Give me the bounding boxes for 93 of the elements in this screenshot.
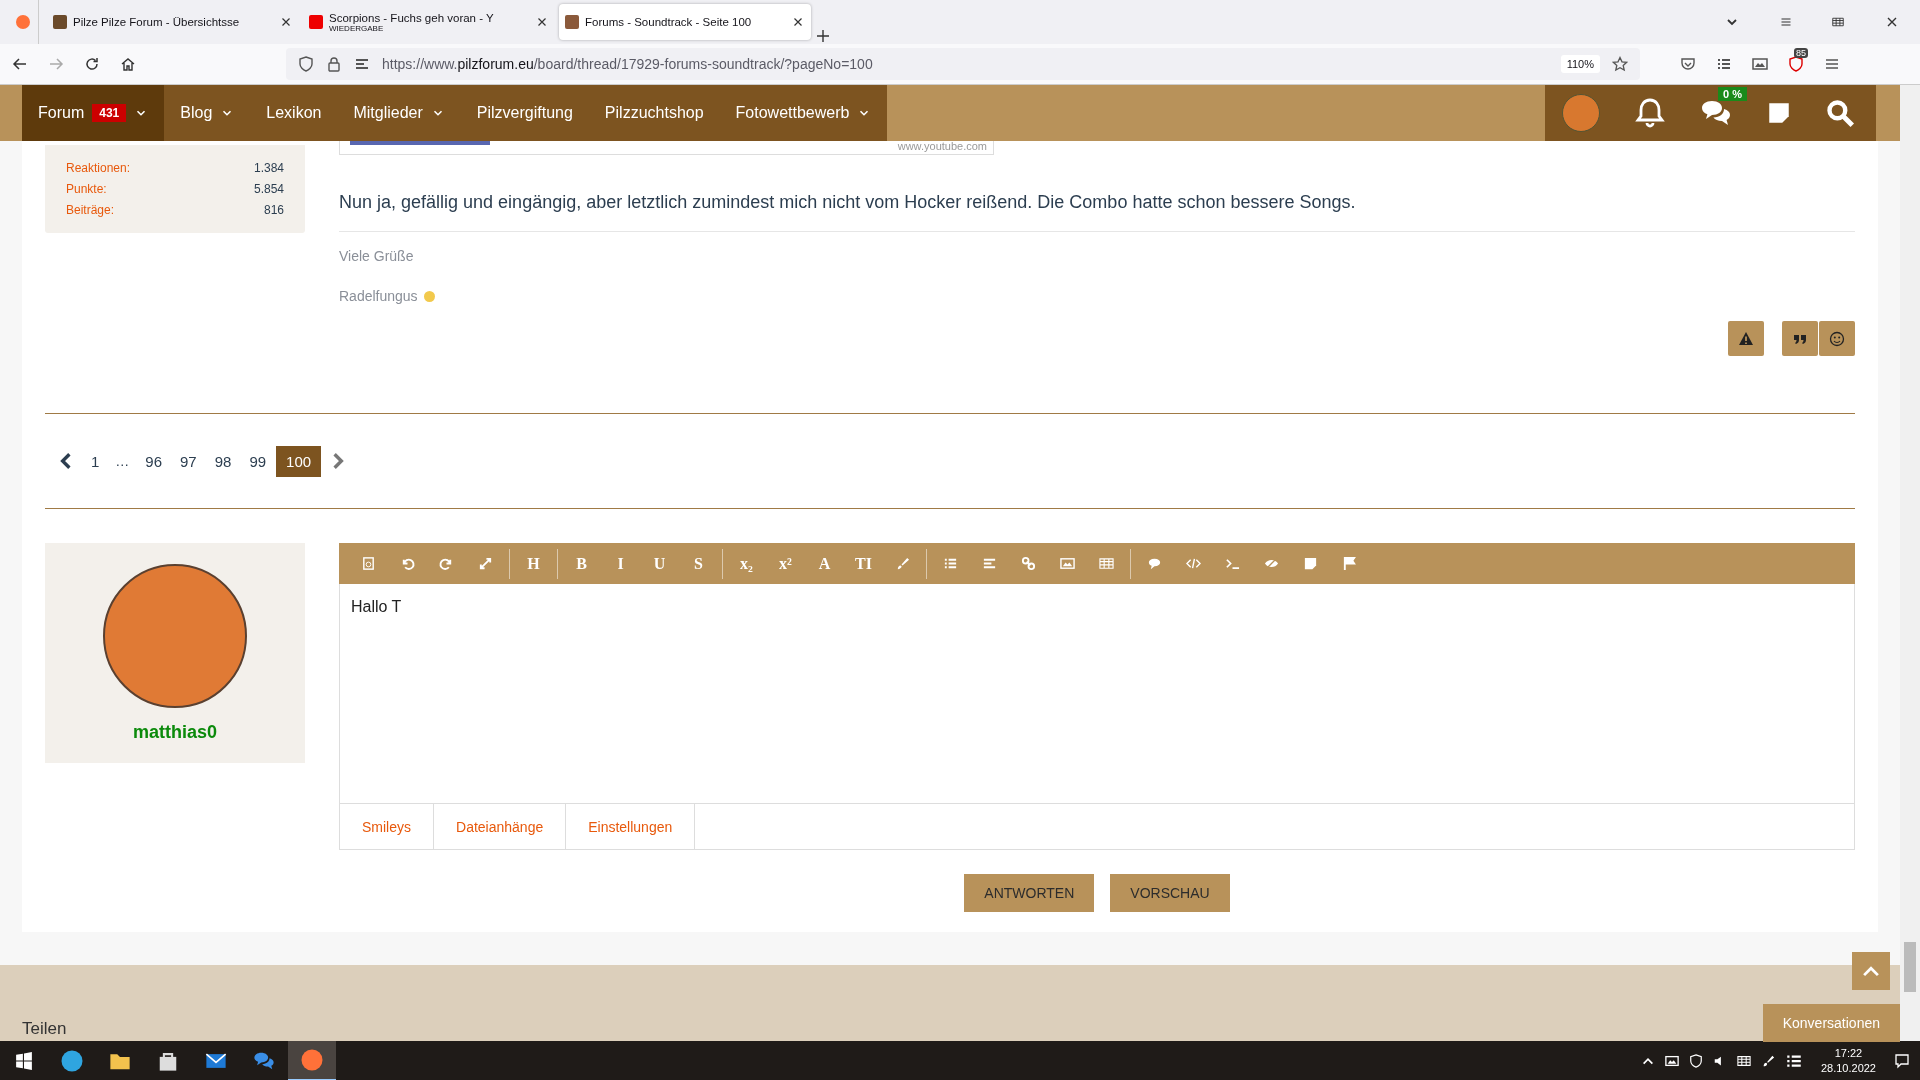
address-bar[interactable]: https://www.pilzforum.eu/board/thread/17929-forums-soundtrack/?pageNo=100 110% <box>286 48 1640 80</box>
search-icon <box>1826 99 1854 127</box>
chat-badge: 0 % <box>1718 87 1747 101</box>
favicon-icon <box>309 15 323 29</box>
editor-tab[interactable]: Smileys <box>340 804 434 849</box>
reload-icon <box>84 56 100 72</box>
page-link[interactable]: 98 <box>206 445 240 477</box>
warning-icon <box>1738 330 1754 347</box>
extension-badge: 85 <box>1794 48 1808 58</box>
page-link[interactable]: 99 <box>241 445 275 477</box>
reaction-button[interactable] <box>1819 321 1855 356</box>
new-tab-icon <box>815 28 831 44</box>
bell-icon <box>1634 97 1666 129</box>
embed-source: www.youtube.com <box>897 141 987 152</box>
page-link[interactable]: 100 <box>276 445 322 477</box>
firefox-icon <box>300 1048 324 1072</box>
firefox-icon <box>15 14 31 30</box>
page-ellipsis: … <box>114 453 131 469</box>
forward-icon <box>48 56 64 72</box>
nav-item[interactable]: Mitglieder <box>337 85 461 141</box>
store-icon <box>157 1050 179 1072</box>
user-avatar[interactable] <box>1562 94 1600 132</box>
quote-button[interactable] <box>1782 321 1818 356</box>
post-text: Nun ja, gefällig und eingängig, aber letztlich zumindest mich nicht vom Hocker reißend. Die Combo hatte schon bessere Songs. <box>339 192 1855 232</box>
username[interactable]: matthias0 <box>132 721 217 743</box>
favicon-icon <box>565 15 579 29</box>
stat-value: 5.854 <box>253 182 284 196</box>
nav-item[interactable]: Fotowettbewerb <box>719 85 888 141</box>
back-icon <box>12 56 28 72</box>
nav-item[interactable]: Forum 431 <box>22 85 165 141</box>
footer-heading: Teilen <box>22 1019 67 1039</box>
image-icon <box>1060 556 1075 571</box>
stat-label: Reaktionen: <box>66 161 131 175</box>
terminal-icon <box>1225 556 1240 571</box>
scrollbar[interactable] <box>1900 85 1920 1041</box>
fullscreen-icon <box>478 556 493 571</box>
clock-date: 28.10.2022 <box>1820 1061 1876 1076</box>
browser-tab[interactable]: Pilze Pilze Forum - Übersichtsse <box>47 4 299 40</box>
favicon-icon <box>53 15 67 29</box>
stat-value: 1.384 <box>253 161 284 175</box>
editor-tab[interactable]: Einstellungen <box>566 804 696 849</box>
menu-icon <box>1824 56 1840 72</box>
nav-item[interactable]: Pilzvergiftung <box>460 85 589 141</box>
url-text: https://www.pilzforum.eu/board/thread/17929-forums-soundtrack/?pageNo=100 <box>382 56 873 72</box>
preview-button[interactable]: VORSCHAU <box>1110 874 1230 912</box>
lock-icon <box>326 56 342 72</box>
home-icon <box>120 56 136 72</box>
shield-icon <box>298 56 314 72</box>
source-icon <box>361 556 376 571</box>
windows-start-icon <box>15 1052 33 1070</box>
stat-label: Beiträge: <box>66 203 115 217</box>
security-icon <box>1688 1054 1703 1068</box>
browser-tab[interactable]: Forums - Soundtrack - Seite 100 <box>559 4 811 40</box>
smiley-icon <box>423 290 435 302</box>
note-icon <box>1303 556 1318 571</box>
smiley-icon <box>1829 330 1845 347</box>
scroll-to-top-button[interactable] <box>1852 952 1890 990</box>
nav-item[interactable]: Lexikon <box>250 85 338 141</box>
stat-label: Punkte: <box>66 182 107 196</box>
notification-icon <box>1894 1053 1910 1069</box>
redo-icon <box>439 556 454 571</box>
pocket-icon <box>1680 56 1696 72</box>
reply-button[interactable]: ANTWORTEN <box>964 874 1095 912</box>
link-icon <box>1021 556 1036 571</box>
brush-icon <box>895 556 910 571</box>
list-icon <box>943 556 958 571</box>
messaging-icon <box>253 1050 275 1072</box>
page-link[interactable]: 96 <box>137 445 171 477</box>
stat-value: 816 <box>263 203 284 217</box>
taskbar-clock[interactable]: 17:22 28.10.2022 <box>1820 1046 1876 1076</box>
browser-tab[interactable]: Scorpions - Fuchs geh voran - Y WIEDERGABE <box>303 4 555 40</box>
nav-item[interactable]: Blog <box>164 85 251 141</box>
signature-line: Radelfungus <box>339 288 418 304</box>
bookmark-star-icon <box>1612 56 1628 72</box>
signature-line: Viele Grüße <box>339 248 414 264</box>
note-icon <box>1766 100 1792 126</box>
report-button[interactable] <box>1728 321 1764 356</box>
nav-item[interactable]: Pilzzuchtshop <box>588 85 720 141</box>
page-link[interactable]: 97 <box>172 445 205 477</box>
flag-icon <box>1342 556 1357 571</box>
align-icon <box>982 556 997 571</box>
zoom-level[interactable]: 110% <box>1560 55 1600 73</box>
edge-icon <box>60 1049 84 1073</box>
editor-field[interactable]: Hallo T <box>339 584 1855 804</box>
speech-icon <box>1147 556 1162 571</box>
count-badge: 431 <box>92 104 127 122</box>
shield-extension-icon <box>1788 56 1804 72</box>
clock-time: 17:22 <box>1834 1046 1863 1061</box>
table-icon <box>1099 556 1114 571</box>
undo-icon <box>400 556 415 571</box>
page-link[interactable]: 1 <box>83 445 108 477</box>
editor-tab[interactable]: Dateianhänge <box>434 804 567 849</box>
code-icon <box>1186 556 1201 571</box>
